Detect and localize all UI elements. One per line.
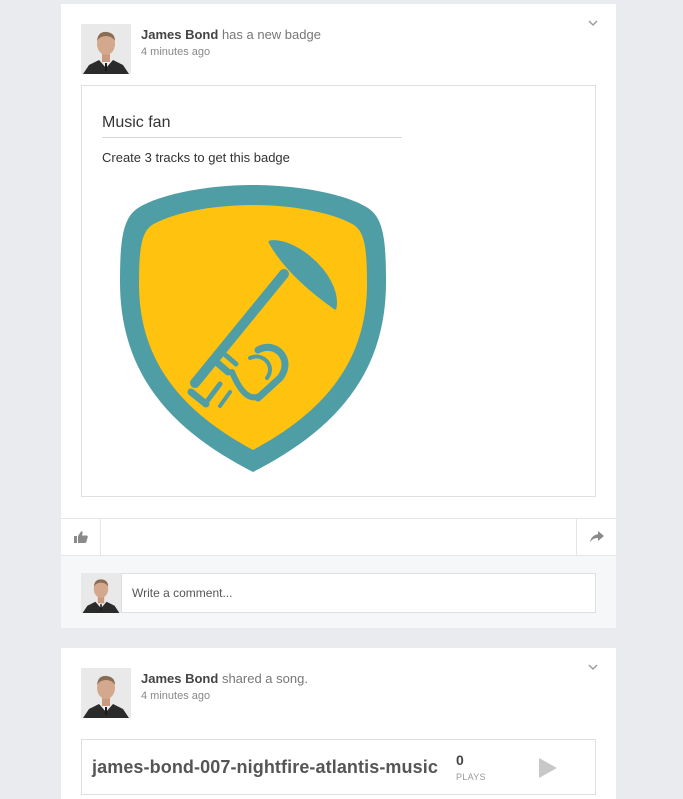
comment-input[interactable] <box>121 573 596 613</box>
play-button[interactable] <box>536 757 558 779</box>
post-actions-bar <box>61 518 616 556</box>
share-arrow-icon <box>590 531 604 543</box>
post-timestamp[interactable]: 4 minutes ago <box>141 46 210 58</box>
author-name-link[interactable]: James Bond <box>141 671 218 686</box>
share-button[interactable] <box>576 519 616 555</box>
chevron-down-icon[interactable] <box>587 18 599 28</box>
chevron-down-icon[interactable] <box>587 662 599 672</box>
trumpet-shield-badge-icon <box>120 182 386 474</box>
plays-label: PLAYS <box>456 772 486 782</box>
comment-composer <box>61 556 616 628</box>
badge-title: Music fan <box>102 114 171 131</box>
song-title-link[interactable]: james-bond-007-nightfire-atlantis-music <box>92 757 438 778</box>
post-header: James Bond shared a song. 4 minutes ago <box>81 668 581 718</box>
badge-description: Create 3 tracks to get this badge <box>102 150 290 165</box>
badge-card: Music fan Create 3 tracks to get this ba… <box>81 85 596 497</box>
post-author-line: James Bond has a new badge <box>141 27 321 42</box>
author-avatar[interactable] <box>81 24 131 74</box>
author-name-link[interactable]: James Bond <box>141 27 218 42</box>
post-header: James Bond has a new badge 4 minutes ago <box>81 24 581 74</box>
song-card: james-bond-007-nightfire-atlantis-music … <box>81 739 596 795</box>
post-action-text: has a new badge <box>221 27 321 42</box>
user-avatar <box>81 573 121 613</box>
post-author-line: James Bond shared a song. <box>141 671 308 686</box>
plays-count: 0 <box>456 752 464 768</box>
post-action-text: shared a song. <box>221 671 308 686</box>
feed-post-song: James Bond shared a song. 4 minutes ago … <box>61 648 616 799</box>
play-icon <box>539 758 557 778</box>
author-avatar[interactable] <box>81 668 131 718</box>
feed-post-badge: James Bond has a new badge 4 minutes ago… <box>61 4 616 628</box>
thumbs-up-icon <box>74 531 88 543</box>
like-button[interactable] <box>61 519 101 555</box>
post-timestamp[interactable]: 4 minutes ago <box>141 690 210 702</box>
divider <box>102 137 402 138</box>
